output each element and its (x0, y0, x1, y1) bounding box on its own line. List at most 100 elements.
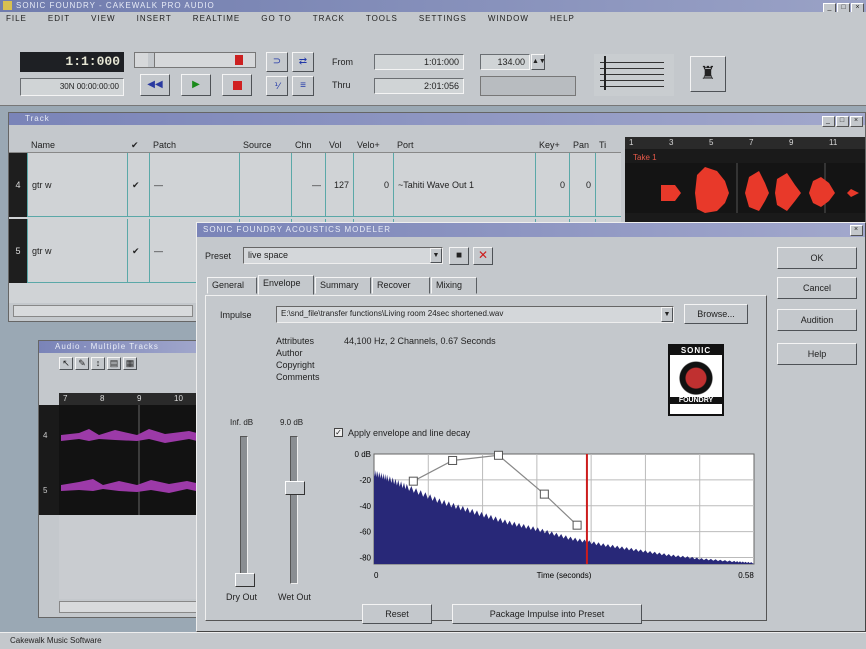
track-cell-velo[interactable]: 0 (353, 153, 393, 217)
menu-item-settings[interactable]: Settings (419, 14, 467, 23)
menu-item-help[interactable]: Help (550, 14, 575, 23)
envelope-point[interactable] (572, 520, 582, 530)
track-cell-pan[interactable]: 0 (569, 153, 595, 217)
wet-out-thumb[interactable] (285, 481, 305, 495)
tab-general[interactable]: General (207, 277, 257, 294)
apply-envelope-checkbox[interactable]: ✓ (334, 428, 343, 437)
from-field[interactable]: 1:01:000 (374, 54, 464, 70)
track-cell-chn[interactable]: — (291, 153, 325, 217)
track-cell-name[interactable]: gtr w (27, 219, 127, 283)
menu-item-file[interactable]: File (6, 14, 27, 23)
track-hscroll[interactable] (13, 305, 193, 317)
preset-value: live space (248, 250, 289, 260)
menu-item-go-to[interactable]: Go To (261, 14, 292, 23)
column-header[interactable]: Name (31, 140, 55, 150)
select-tool-icon[interactable]: ↖ (59, 357, 73, 370)
zoom-tool-icon[interactable]: ▤ (107, 357, 121, 370)
metronome-button[interactable]: ≡ (292, 76, 314, 96)
help-button[interactable]: Help (777, 343, 857, 365)
tempo-field[interactable]: 134.00 (480, 54, 530, 70)
menu-item-view[interactable]: View (91, 14, 115, 23)
punch-button[interactable]: ⇄ (292, 52, 314, 72)
envelope-point[interactable] (493, 450, 503, 460)
delete-preset-button[interactable]: ✕ (473, 247, 493, 265)
track-maximize-button[interactable]: □ (836, 116, 849, 127)
mixer-icon[interactable]: ♜ (690, 56, 726, 92)
dialog-title: Sonic Foundry Acoustics Modeler (203, 225, 392, 234)
audition-button[interactable]: Audition (777, 309, 857, 331)
grid-tool-icon[interactable]: ▦ (123, 357, 137, 370)
package-impulse-button[interactable]: Package Impulse into Preset (452, 604, 642, 624)
track-cell-check[interactable]: ✔ (127, 219, 149, 283)
track-cell-key[interactable]: 0 (535, 153, 569, 217)
draw-tool-icon[interactable]: ✎ (75, 357, 89, 370)
impulse-dropdown[interactable]: E:\snd_file\transfer functions\Living ro… (276, 306, 674, 323)
tab-recover[interactable]: Recover (372, 277, 430, 294)
column-header[interactable]: Vol (329, 140, 342, 150)
audio-waveforms[interactable] (59, 405, 207, 515)
wet-out-slider[interactable] (285, 436, 305, 584)
track-minimize-button[interactable]: _ (822, 116, 835, 127)
dry-out-slider[interactable] (235, 436, 255, 587)
wet-db-readout: 9.0 dB (280, 418, 304, 427)
track-cell-check[interactable]: ✔ (127, 153, 149, 217)
menu-item-tools[interactable]: Tools (366, 14, 398, 23)
track-cell-name[interactable]: gtr w (27, 153, 127, 217)
track-cell-empty[interactable] (595, 153, 621, 217)
record-button[interactable] (222, 74, 252, 96)
dry-out-label: Dry Out (226, 592, 258, 602)
column-header[interactable]: Patch (153, 140, 176, 150)
envelope-point[interactable] (408, 476, 418, 486)
column-header[interactable]: Port (397, 140, 414, 150)
save-preset-button[interactable]: ■ (449, 247, 469, 265)
tempo-ratio-buttons[interactable] (480, 76, 576, 96)
audio-hscroll[interactable] (59, 601, 207, 613)
scrub-tool-icon[interactable]: ↕ (91, 357, 105, 370)
menu-item-realtime[interactable]: Realtime (193, 14, 240, 23)
dry-out-thumb[interactable] (235, 573, 255, 587)
table-row[interactable]: 4 gtr w ✔ — —127 0 ~Tahiti Wave Out 100 (9, 153, 621, 217)
track-close-button[interactable]: × (850, 116, 863, 127)
chevron-down-icon[interactable]: ▼ (430, 248, 442, 263)
y-tick-label: -40 (359, 502, 371, 511)
column-header[interactable]: ✔ (131, 140, 139, 151)
column-header[interactable]: Source (243, 140, 272, 150)
tempo-spin[interactable]: ▲▼ (531, 54, 546, 70)
envelope-chart[interactable]: 0 dB -20 -40 -60 -800 0.58 Time (seconds) (346, 446, 756, 596)
menu-item-track[interactable]: Track (313, 14, 345, 23)
ok-button[interactable]: OK (777, 247, 857, 269)
loop-button[interactable]: ⊃ (266, 52, 288, 72)
menu-item-edit[interactable]: Edit (48, 14, 70, 23)
track-cell-patch[interactable]: — (149, 153, 239, 217)
impulse-chevron-down-icon[interactable]: ▼ (661, 307, 673, 322)
column-header[interactable]: Chn (295, 140, 312, 150)
tab-envelope[interactable]: Envelope (258, 275, 314, 295)
clip-waveform[interactable] (625, 163, 865, 213)
track-cell-empty[interactable] (239, 153, 291, 217)
play-button[interactable]: ▶ (181, 74, 211, 96)
step-button[interactable]: ⅟ (266, 76, 288, 96)
rewind-button[interactable]: ◀◀ (140, 74, 170, 96)
menu-item-window[interactable]: Window (488, 14, 529, 23)
column-header[interactable]: Velo+ (357, 140, 380, 150)
envelope-point[interactable] (448, 455, 458, 465)
ruler-tick-label: 8 (100, 394, 105, 403)
tab-mixing[interactable]: Mixing (431, 277, 477, 294)
thru-field[interactable]: 2:01:056 (374, 78, 464, 94)
envelope-point[interactable] (539, 489, 549, 499)
track-cell-port[interactable]: ~Tahiti Wave Out 1 (393, 153, 535, 217)
menu-item-insert[interactable]: Insert (137, 14, 172, 23)
cancel-button[interactable]: Cancel (777, 277, 857, 299)
track-cell-vol[interactable]: 127 (325, 153, 353, 217)
column-header[interactable]: Pan (573, 140, 589, 150)
track-number[interactable]: 4 (9, 153, 27, 217)
column-header[interactable]: Ti (599, 140, 606, 150)
position-slider[interactable] (134, 52, 256, 68)
dialog-close-button[interactable]: × (850, 225, 863, 236)
preset-dropdown[interactable]: live space ▼ (243, 247, 443, 264)
track-number[interactable]: 5 (9, 219, 27, 283)
browse-button[interactable]: Browse... (684, 304, 748, 324)
tab-summary[interactable]: Summary (315, 277, 371, 294)
column-header[interactable]: Key+ (539, 140, 560, 150)
reset-button[interactable]: Reset (362, 604, 432, 624)
